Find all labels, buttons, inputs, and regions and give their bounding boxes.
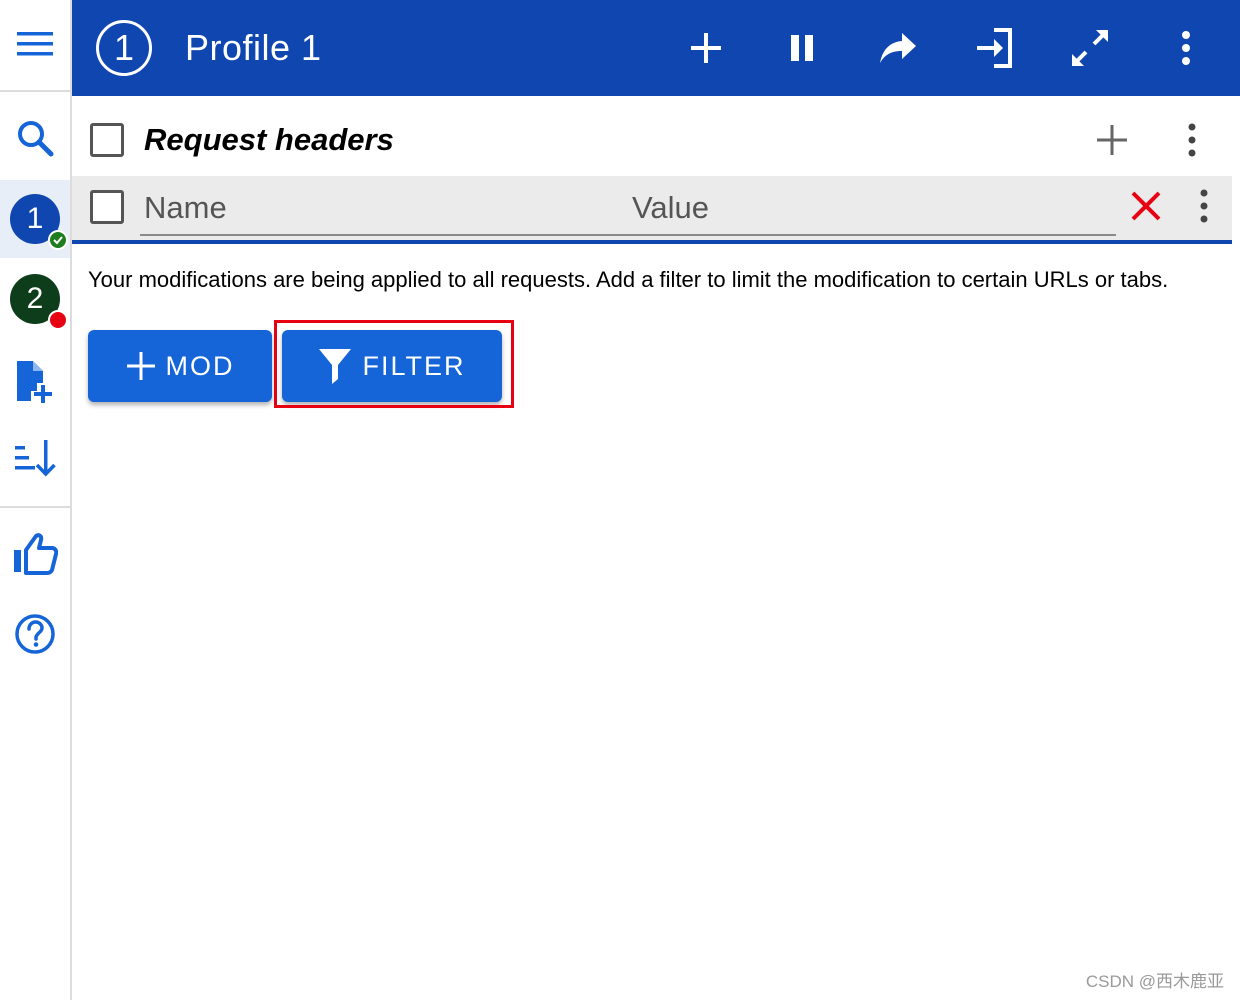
- search-icon: [18, 121, 54, 157]
- filter-info-text: Your modifications are being applied to …: [88, 267, 1169, 292]
- sort-icon: [15, 440, 56, 477]
- paused-badge: [48, 310, 68, 330]
- menu-icon: [17, 32, 53, 56]
- sidebar: 1 2: [0, 0, 72, 1000]
- add-mod-top-button[interactable]: [682, 24, 730, 72]
- help-button[interactable]: [0, 604, 70, 664]
- profile-number: 1: [113, 27, 135, 68]
- add-mod-label: MOD: [165, 350, 235, 381]
- top-bar: 1 Profile 1: [72, 0, 1240, 96]
- section-checkbox[interactable]: [90, 123, 124, 157]
- fullscreen-button[interactable]: [1066, 24, 1114, 72]
- request-headers-section: Request headers: [72, 96, 1240, 176]
- watermark: CSDN @西木鹿亚: [1085, 972, 1224, 991]
- add-header-button[interactable]: [1090, 118, 1134, 162]
- more-options-button[interactable]: [1162, 24, 1210, 72]
- close-icon: [1131, 191, 1161, 221]
- share-button[interactable]: [874, 24, 922, 72]
- add-icon: [126, 352, 155, 380]
- profile-1-number: 1: [26, 202, 44, 235]
- sidebar-divider: [0, 90, 70, 92]
- add-icon: [1097, 125, 1127, 155]
- search-button[interactable]: [0, 108, 70, 168]
- help-icon: [15, 614, 55, 654]
- delete-row-button[interactable]: [1124, 184, 1168, 228]
- row-checkbox[interactable]: [90, 190, 124, 224]
- fullscreen-icon: [1072, 30, 1108, 66]
- section-more-button[interactable]: [1170, 118, 1214, 162]
- name-input[interactable]: [144, 184, 614, 232]
- check-icon: [53, 236, 63, 245]
- profile-2-number: 2: [26, 282, 44, 315]
- more-vert-icon: [1182, 31, 1190, 65]
- page-title: Profile 1: [185, 27, 322, 68]
- import-icon: [977, 28, 1012, 68]
- pause-button[interactable]: [778, 24, 826, 72]
- header-fields: [140, 184, 1116, 236]
- profile-1-avatar: 1: [10, 194, 68, 250]
- profile-2-avatar: 2: [10, 274, 68, 330]
- header-row: [72, 176, 1232, 244]
- active-badge: [48, 230, 68, 250]
- value-input[interactable]: [632, 184, 1112, 232]
- add-profile-button[interactable]: [0, 352, 70, 412]
- profile-indicator: 1: [96, 20, 152, 76]
- pause-icon: [791, 35, 813, 61]
- thumbs-up-icon: [14, 533, 58, 575]
- more-vert-icon: [1188, 123, 1196, 157]
- add-file-icon: [17, 361, 52, 403]
- sort-button[interactable]: [0, 428, 70, 488]
- sidebar-divider: [0, 506, 70, 508]
- profile-2-button[interactable]: 2: [0, 260, 70, 338]
- row-more-button[interactable]: [1182, 184, 1226, 228]
- highlight-box: [274, 320, 514, 408]
- share-icon: [880, 33, 916, 63]
- add-icon: [691, 33, 721, 63]
- section-title: Request headers: [144, 122, 394, 157]
- menu-button[interactable]: [0, 14, 70, 74]
- add-mod-button[interactable]: MOD: [88, 330, 272, 402]
- import-button[interactable]: [970, 24, 1018, 72]
- more-vert-icon: [1200, 189, 1208, 223]
- profile-1-button[interactable]: 1: [0, 180, 70, 258]
- rate-button[interactable]: [0, 524, 70, 584]
